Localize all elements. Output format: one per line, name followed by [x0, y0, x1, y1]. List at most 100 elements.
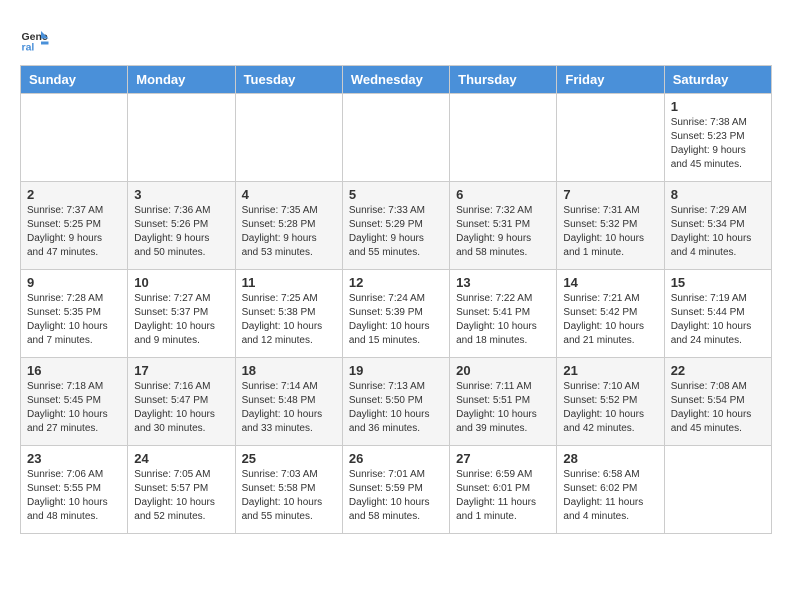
day-info: Sunrise: 7:14 AM Sunset: 5:48 PM Dayligh… [242, 380, 336, 436]
day-info: Sunrise: 7:31 AM Sunset: 5:32 PM Dayligh… [563, 204, 657, 260]
day-number: 10 [134, 275, 228, 290]
calendar-week-3: 9 Sunrise: 7:28 AM Sunset: 5:35 PM Daylig… [21, 270, 772, 358]
day-info: Sunrise: 7:36 AM Sunset: 5:26 PM Dayligh… [134, 204, 228, 260]
day-number: 14 [563, 275, 657, 290]
day-info: Sunrise: 7:06 AM Sunset: 5:55 PM Dayligh… [27, 468, 121, 524]
calendar-cell: 22 Sunrise: 7:08 AM Sunset: 5:54 PM Dayli… [664, 358, 771, 446]
day-info: Sunrise: 7:37 AM Sunset: 5:25 PM Dayligh… [27, 204, 121, 260]
calendar-cell: 12 Sunrise: 7:24 AM Sunset: 5:39 PM Dayli… [342, 270, 449, 358]
day-header-friday: Friday [557, 66, 664, 94]
day-number: 12 [349, 275, 443, 290]
logo: Gene ral [20, 25, 52, 55]
day-header-saturday: Saturday [664, 66, 771, 94]
day-number: 23 [27, 451, 121, 466]
day-number: 9 [27, 275, 121, 290]
day-info: Sunrise: 7:24 AM Sunset: 5:39 PM Dayligh… [349, 292, 443, 348]
day-info: Sunrise: 7:18 AM Sunset: 5:45 PM Dayligh… [27, 380, 121, 436]
day-info: Sunrise: 7:22 AM Sunset: 5:41 PM Dayligh… [456, 292, 550, 348]
day-number: 3 [134, 187, 228, 202]
calendar-cell: 19 Sunrise: 7:13 AM Sunset: 5:50 PM Dayli… [342, 358, 449, 446]
day-number: 18 [242, 363, 336, 378]
day-number: 17 [134, 363, 228, 378]
day-info: Sunrise: 7:10 AM Sunset: 5:52 PM Dayligh… [563, 380, 657, 436]
calendar-header-row: SundayMondayTuesdayWednesdayThursdayFrid… [21, 66, 772, 94]
calendar-cell [450, 94, 557, 182]
calendar-cell: 26 Sunrise: 7:01 AM Sunset: 5:59 PM Dayli… [342, 446, 449, 534]
day-number: 2 [27, 187, 121, 202]
calendar-body: 1 Sunrise: 7:38 AM Sunset: 5:23 PM Daylig… [21, 94, 772, 534]
calendar-cell [235, 94, 342, 182]
day-header-sunday: Sunday [21, 66, 128, 94]
calendar-cell [128, 94, 235, 182]
calendar-cell: 15 Sunrise: 7:19 AM Sunset: 5:44 PM Dayli… [664, 270, 771, 358]
day-number: 5 [349, 187, 443, 202]
day-info: Sunrise: 7:08 AM Sunset: 5:54 PM Dayligh… [671, 380, 765, 436]
calendar-cell: 28 Sunrise: 6:58 AM Sunset: 6:02 PM Dayli… [557, 446, 664, 534]
day-info: Sunrise: 7:11 AM Sunset: 5:51 PM Dayligh… [456, 380, 550, 436]
day-number: 7 [563, 187, 657, 202]
calendar-cell: 7 Sunrise: 7:31 AM Sunset: 5:32 PM Daylig… [557, 182, 664, 270]
day-info: Sunrise: 6:59 AM Sunset: 6:01 PM Dayligh… [456, 468, 550, 524]
day-header-thursday: Thursday [450, 66, 557, 94]
calendar-cell: 5 Sunrise: 7:33 AM Sunset: 5:29 PM Daylig… [342, 182, 449, 270]
calendar-cell: 16Sunrise: 7:18 AM Sunset: 5:45 PM Dayli… [21, 358, 128, 446]
calendar-week-2: 2 Sunrise: 7:37 AM Sunset: 5:25 PM Daylig… [21, 182, 772, 270]
day-info: Sunrise: 7:29 AM Sunset: 5:34 PM Dayligh… [671, 204, 765, 260]
day-number: 27 [456, 451, 550, 466]
day-info: Sunrise: 7:28 AM Sunset: 5:35 PM Dayligh… [27, 292, 121, 348]
calendar-cell [664, 446, 771, 534]
calendar-week-5: 23 Sunrise: 7:06 AM Sunset: 5:55 PM Dayli… [21, 446, 772, 534]
calendar-cell: 3 Sunrise: 7:36 AM Sunset: 5:26 PM Daylig… [128, 182, 235, 270]
day-info: Sunrise: 7:01 AM Sunset: 5:59 PM Dayligh… [349, 468, 443, 524]
calendar-cell: 11Sunrise: 7:25 AM Sunset: 5:38 PM Dayli… [235, 270, 342, 358]
calendar-cell: 23 Sunrise: 7:06 AM Sunset: 5:55 PM Dayli… [21, 446, 128, 534]
day-number: 25 [242, 451, 336, 466]
day-number: 19 [349, 363, 443, 378]
calendar-table: SundayMondayTuesdayWednesdayThursdayFrid… [20, 65, 772, 534]
day-number: 20 [456, 363, 550, 378]
day-number: 22 [671, 363, 765, 378]
calendar-week-4: 16Sunrise: 7:18 AM Sunset: 5:45 PM Dayli… [21, 358, 772, 446]
calendar-cell: 13Sunrise: 7:22 AM Sunset: 5:41 PM Dayli… [450, 270, 557, 358]
day-number: 28 [563, 451, 657, 466]
day-number: 1 [671, 99, 765, 114]
calendar-cell: 8 Sunrise: 7:29 AM Sunset: 5:34 PM Daylig… [664, 182, 771, 270]
calendar-cell: 27 Sunrise: 6:59 AM Sunset: 6:01 PM Dayli… [450, 446, 557, 534]
calendar-cell: 25 Sunrise: 7:03 AM Sunset: 5:58 PM Dayli… [235, 446, 342, 534]
logo-icon: Gene ral [20, 25, 50, 55]
svg-text:ral: ral [22, 42, 35, 54]
calendar-cell: 17 Sunrise: 7:16 AM Sunset: 5:47 PM Dayli… [128, 358, 235, 446]
day-info: Sunrise: 7:19 AM Sunset: 5:44 PM Dayligh… [671, 292, 765, 348]
day-number: 11 [242, 275, 336, 290]
calendar-cell: 18 Sunrise: 7:14 AM Sunset: 5:48 PM Dayli… [235, 358, 342, 446]
day-header-tuesday: Tuesday [235, 66, 342, 94]
day-number: 6 [456, 187, 550, 202]
day-number: 4 [242, 187, 336, 202]
calendar-cell: 1 Sunrise: 7:38 AM Sunset: 5:23 PM Daylig… [664, 94, 771, 182]
calendar-cell: 10Sunrise: 7:27 AM Sunset: 5:37 PM Dayli… [128, 270, 235, 358]
day-header-wednesday: Wednesday [342, 66, 449, 94]
calendar-cell: 14 Sunrise: 7:21 AM Sunset: 5:42 PM Dayli… [557, 270, 664, 358]
day-info: Sunrise: 7:03 AM Sunset: 5:58 PM Dayligh… [242, 468, 336, 524]
day-info: Sunrise: 7:35 AM Sunset: 5:28 PM Dayligh… [242, 204, 336, 260]
day-info: Sunrise: 7:38 AM Sunset: 5:23 PM Dayligh… [671, 116, 765, 172]
calendar-cell: 21 Sunrise: 7:10 AM Sunset: 5:52 PM Dayli… [557, 358, 664, 446]
calendar-cell: 24Sunrise: 7:05 AM Sunset: 5:57 PM Dayli… [128, 446, 235, 534]
day-info: Sunrise: 7:21 AM Sunset: 5:42 PM Dayligh… [563, 292, 657, 348]
day-info: Sunrise: 6:58 AM Sunset: 6:02 PM Dayligh… [563, 468, 657, 524]
calendar-cell [21, 94, 128, 182]
calendar-cell: 4 Sunrise: 7:35 AM Sunset: 5:28 PM Daylig… [235, 182, 342, 270]
day-number: 15 [671, 275, 765, 290]
day-number: 8 [671, 187, 765, 202]
day-number: 21 [563, 363, 657, 378]
day-info: Sunrise: 7:16 AM Sunset: 5:47 PM Dayligh… [134, 380, 228, 436]
calendar-cell: 6 Sunrise: 7:32 AM Sunset: 5:31 PM Daylig… [450, 182, 557, 270]
day-info: Sunrise: 7:13 AM Sunset: 5:50 PM Dayligh… [349, 380, 443, 436]
day-info: Sunrise: 7:32 AM Sunset: 5:31 PM Dayligh… [456, 204, 550, 260]
day-number: 26 [349, 451, 443, 466]
calendar-cell [557, 94, 664, 182]
day-info: Sunrise: 7:33 AM Sunset: 5:29 PM Dayligh… [349, 204, 443, 260]
day-info: Sunrise: 7:05 AM Sunset: 5:57 PM Dayligh… [134, 468, 228, 524]
calendar-cell [342, 94, 449, 182]
calendar-cell: 20 Sunrise: 7:11 AM Sunset: 5:51 PM Dayli… [450, 358, 557, 446]
